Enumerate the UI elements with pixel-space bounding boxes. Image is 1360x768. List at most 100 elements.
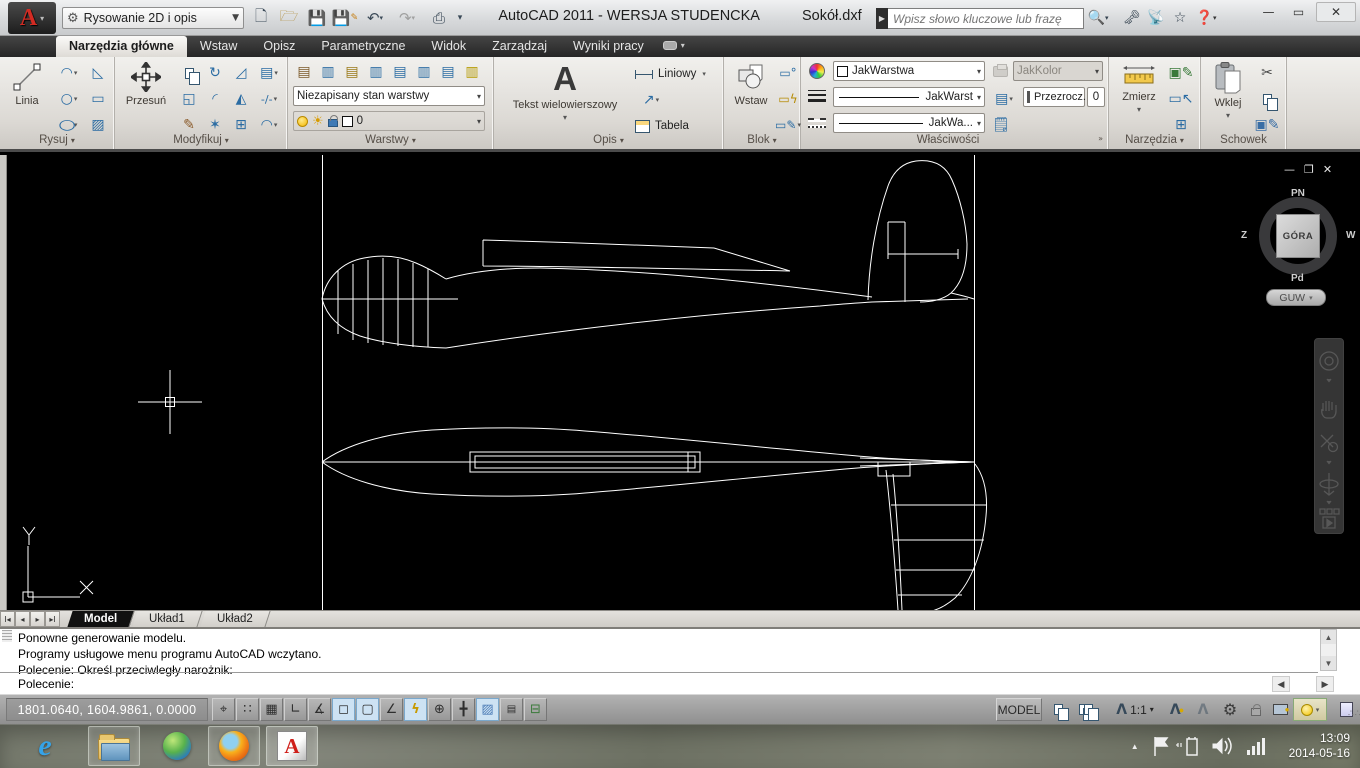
new-file-button[interactable]: 🗋: [248, 6, 274, 30]
transparency-toggle[interactable]: ▨: [476, 698, 499, 721]
maximize-button[interactable]: ▭: [1284, 2, 1313, 22]
plot-style-dropdown[interactable]: JakKolor ▾: [1013, 61, 1103, 81]
viewcube-east-label[interactable]: W: [1346, 230, 1355, 241]
first-layout-button[interactable]: Ⅰ◂: [0, 611, 15, 627]
move-button[interactable]: Przesuń: [121, 59, 171, 108]
arc-button[interactable]: ◠ ▾: [54, 61, 84, 85]
annotation-scale-button[interactable]: Λ 1:1 ▾: [1108, 698, 1162, 721]
auto-annotation-button[interactable]: Λ: [1191, 698, 1215, 721]
show-motion-icon[interactable]: [1319, 508, 1340, 529]
object-color-dropdown[interactable]: JakWarstwa ▾: [833, 61, 985, 81]
mirror-button[interactable]: ◭: [229, 87, 253, 111]
tab-uklad1[interactable]: Układ1: [132, 611, 203, 627]
layer-restore-button[interactable]: ▥: [412, 60, 436, 84]
scroll-up-icon[interactable]: ▲: [1321, 630, 1336, 644]
workspace-selector[interactable]: ⚙ Rysowanie 2D i opis ▼: [62, 7, 244, 29]
linetype-dropdown[interactable]: JakWa... ▾: [833, 113, 985, 133]
viewcube-south-label[interactable]: Pd: [1291, 273, 1304, 284]
grid-display-toggle[interactable]: ▦: [260, 698, 283, 721]
command-scrollbar[interactable]: ▲ ▼: [1320, 629, 1337, 671]
close-button[interactable]: ✕: [1316, 2, 1356, 22]
leader-button[interactable]: ↗ ▾: [634, 88, 668, 112]
line-button[interactable]: Linia: [5, 59, 49, 108]
toolbar-lock-button[interactable]: [1244, 698, 1268, 721]
paste-select-button[interactable]: ▣✎: [1169, 61, 1194, 85]
panel-label-narzedzia[interactable]: Narzędzia ▾: [1109, 134, 1200, 149]
infer-constraints-toggle[interactable]: ⌖: [212, 698, 235, 721]
workspace-switch-gear-icon[interactable]: ⚙: [1218, 698, 1242, 721]
communication-center-icon[interactable]: 📡: [1144, 6, 1168, 29]
viewcube-west-label[interactable]: Z: [1241, 230, 1247, 241]
hardware-acceleration-button[interactable]: ●: [1268, 698, 1294, 721]
taskbar-clock[interactable]: 13:09 2014-05-16: [1289, 731, 1350, 761]
rectangle-button[interactable]: ▭: [86, 87, 110, 111]
layer-match-button[interactable]: ▤: [388, 60, 412, 84]
print-button[interactable]: ⎙: [426, 6, 452, 30]
selection-cycling-toggle[interactable]: ⊟: [524, 698, 547, 721]
taskbar-autocad[interactable]: A: [266, 726, 318, 766]
dynamic-ucs-toggle[interactable]: ϟ: [404, 698, 427, 721]
dwg-close-icon[interactable]: ✕: [1323, 163, 1332, 176]
panel-label-blok[interactable]: Blok ▾: [724, 134, 800, 149]
panel-label-schowek[interactable]: Schowek: [1201, 134, 1286, 149]
exchange-key-icon[interactable]: 🗝: [1120, 6, 1144, 29]
panel-label-opis[interactable]: Opis ▾: [494, 134, 723, 149]
redo-button[interactable]: ↷ ▾: [394, 6, 420, 30]
dynamic-input-toggle[interactable]: ⊕: [428, 698, 451, 721]
tab-narzedzia-glowne[interactable]: Narzędzia główne: [56, 36, 187, 57]
command-scroll-right[interactable]: ▶: [1316, 676, 1334, 692]
measure-button[interactable]: Zmierz ▾: [1114, 59, 1164, 115]
lineweight-display-toggle[interactable]: ╋: [452, 698, 475, 721]
transparency-field[interactable]: Przezrocz...: [1023, 87, 1092, 107]
last-layout-button[interactable]: ▸Ⅰ: [45, 611, 60, 627]
open-file-button[interactable]: 🗁: [276, 6, 302, 30]
model-space-button[interactable]: MODEL: [996, 698, 1042, 721]
speaker-icon[interactable]: [1212, 737, 1232, 755]
viewcube-top-face[interactable]: GÓRA: [1276, 214, 1320, 258]
help-icon[interactable]: ❓ ▾: [1194, 6, 1218, 29]
polyline-button[interactable]: ◺: [86, 61, 110, 85]
edit-block-button[interactable]: ▭ϟ: [776, 87, 800, 111]
tab-model[interactable]: Model: [67, 611, 135, 627]
coordinate-readout[interactable]: 1801.0640, 1604.9861, 0.0000: [6, 698, 208, 721]
layer-state-dropdown[interactable]: Niezapisany stan warstwy ▾: [293, 86, 485, 106]
search-expand-icon[interactable]: ▶: [876, 8, 888, 29]
network-signal-icon[interactable]: [1246, 738, 1265, 755]
command-scroll-left[interactable]: ◀: [1272, 676, 1290, 692]
panel-label-wlasciwosci[interactable]: Właściwości»: [801, 134, 1108, 149]
taskbar-firefox[interactable]: [208, 726, 260, 766]
create-block-button[interactable]: ▭°: [776, 61, 800, 85]
layer-make-current-button[interactable]: ▥: [364, 60, 388, 84]
taskbar-explorer[interactable]: [88, 726, 140, 766]
annotation-visibility-button[interactable]: Λ ●: [1165, 698, 1189, 721]
tab-wyniki-pracy[interactable]: Wyniki pracy: [560, 36, 657, 57]
tab-wstaw[interactable]: Wstaw: [187, 36, 251, 57]
dwg-restore-icon[interactable]: ❐: [1304, 163, 1314, 176]
circle-button[interactable]: ○ ▾: [54, 87, 84, 111]
layer-unisolate-button[interactable]: ▤: [436, 60, 460, 84]
transparency-value[interactable]: 0: [1087, 87, 1105, 107]
layer-properties-button[interactable]: ▤: [292, 60, 316, 84]
insert-block-button[interactable]: Wstaw: [728, 59, 774, 108]
layer-dropdown[interactable]: ☀ 0 ▾: [293, 111, 485, 131]
dwg-minimize-icon[interactable]: —: [1284, 163, 1295, 176]
overlap-order-button[interactable]: ▤ ▾: [255, 61, 283, 85]
linear-dimension-button[interactable]: Liniowy ▾: [634, 62, 718, 86]
action-center-flag-icon[interactable]: [1153, 737, 1169, 756]
viewcube-north-label[interactable]: PN: [1291, 188, 1305, 199]
taskbar-internet-explorer[interactable]: e: [20, 726, 70, 766]
lineweight-dropdown[interactable]: JakWarst ▾: [833, 87, 985, 107]
minimize-button[interactable]: —: [1254, 2, 1283, 22]
cut-button[interactable]: ✂: [1255, 61, 1279, 85]
object-snap-toggle[interactable]: ◻: [332, 698, 355, 721]
panel-label-warstwy[interactable]: Warstwy ▾: [288, 134, 493, 149]
break-button[interactable]: -/- ▾: [255, 87, 283, 111]
show-hidden-icons-button[interactable]: ▲: [1131, 742, 1139, 751]
save-as-button[interactable]: 💾 ✎: [332, 6, 358, 30]
quick-view-layouts-button[interactable]: [1046, 698, 1070, 721]
3d-object-snap-toggle[interactable]: ▢: [356, 698, 379, 721]
quick-view-drawings-button[interactable]: [1072, 698, 1100, 721]
qat-options-button[interactable]: ▾: [452, 6, 468, 30]
panel-label-modyfikuj[interactable]: Modyfikuj ▾: [115, 134, 287, 149]
copy-button[interactable]: [177, 61, 201, 85]
